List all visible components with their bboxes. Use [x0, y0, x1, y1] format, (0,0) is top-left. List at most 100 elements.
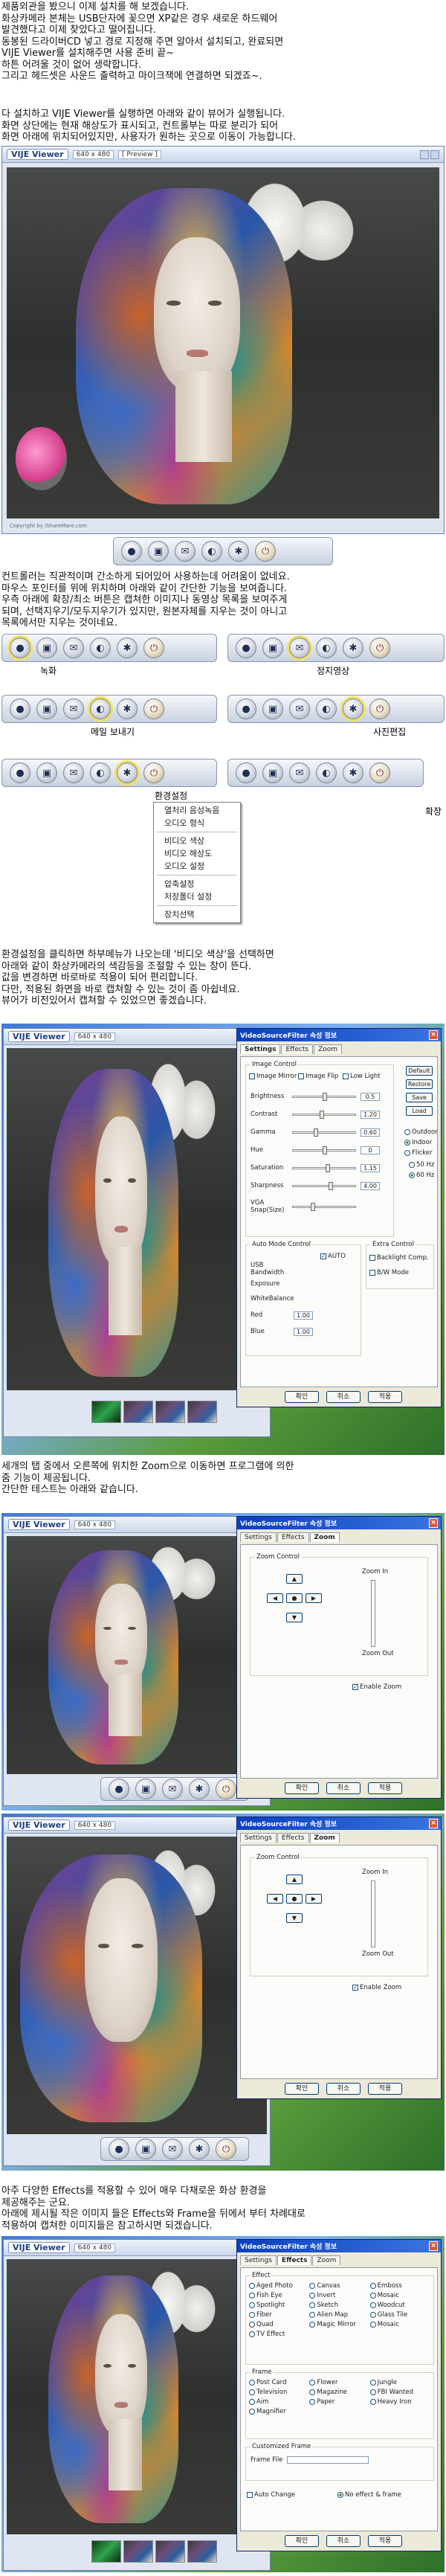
- slider-thumb[interactable]: [323, 1146, 327, 1154]
- tab-settings[interactable]: Settings: [240, 2255, 277, 2265]
- effect-radio[interactable]: Television: [249, 2389, 309, 2396]
- menu-item-device-select[interactable]: 장치선택: [154, 908, 240, 921]
- viewer-titlebar[interactable]: VIJE Viewer 640 x 480: [4, 2240, 270, 2256]
- auto-change-checkbox[interactable]: Auto Change: [247, 2491, 295, 2499]
- menu-item-video-color[interactable]: 비디오 색상: [154, 835, 240, 847]
- power-icon[interactable]: ⏻: [216, 1779, 236, 1799]
- load-button[interactable]: Load: [406, 1106, 433, 1116]
- pan-center-button[interactable]: ●: [286, 1593, 303, 1603]
- edit-photo-icon[interactable]: ◐: [90, 637, 111, 658]
- thumbnail[interactable]: [155, 1401, 185, 1423]
- effect-radio[interactable]: Heavy Iron: [369, 2398, 430, 2406]
- tab-effects[interactable]: Effects: [281, 1044, 314, 1054]
- saturation-slider[interactable]: [292, 1163, 356, 1172]
- settings-icon[interactable]: ✱: [343, 698, 363, 719]
- edit-photo-icon[interactable]: ◐: [316, 698, 337, 719]
- power-icon[interactable]: ⏻: [143, 762, 164, 783]
- cancel-button[interactable]: 취소: [326, 1782, 361, 1794]
- menu-item-compression[interactable]: 압축설정: [154, 878, 240, 890]
- tab-zoom[interactable]: Zoom: [309, 1833, 340, 1843]
- settings-icon[interactable]: ✱: [343, 762, 363, 783]
- effect-radio[interactable]: Magic Mirror: [309, 2321, 369, 2328]
- power-icon[interactable]: ⏻: [143, 637, 164, 658]
- image-flip-checkbox[interactable]: Image Flip: [298, 1073, 338, 1080]
- default-button[interactable]: Default: [406, 1066, 433, 1076]
- power-icon[interactable]: ⏻: [369, 698, 390, 719]
- effect-radio[interactable]: FBI Wanted: [369, 2389, 430, 2396]
- slider-thumb[interactable]: [326, 1163, 330, 1172]
- viewer-titlebar[interactable]: VIJE Viewer 640 x 480: [4, 1517, 270, 1533]
- pan-right-button[interactable]: ▶: [306, 1894, 322, 1904]
- thumbnail[interactable]: [123, 1401, 153, 1423]
- flicker-radio[interactable]: Flicker: [404, 1149, 433, 1157]
- pan-up-button[interactable]: ▲: [286, 1875, 303, 1884]
- pan-right-button[interactable]: ▶: [306, 1593, 322, 1603]
- record-icon[interactable]: ●: [236, 762, 256, 783]
- thumbnail[interactable]: [187, 1401, 217, 1423]
- menu-item-sound-record[interactable]: 열처리 음성녹음: [154, 804, 240, 817]
- ok-button[interactable]: 확인: [285, 1782, 319, 1794]
- camera-icon[interactable]: ▣: [262, 698, 283, 719]
- tab-effects[interactable]: Effects: [277, 1833, 309, 1843]
- tab-zoom[interactable]: Zoom: [312, 2255, 341, 2265]
- record-icon[interactable]: ●: [10, 637, 30, 658]
- record-icon[interactable]: ●: [10, 762, 30, 783]
- image-mirror-checkbox[interactable]: Image Mirror: [249, 1073, 297, 1080]
- camera-icon[interactable]: ▣: [36, 762, 57, 783]
- mail-icon[interactable]: ✉: [63, 698, 84, 719]
- ok-button[interactable]: 확인: [285, 2083, 319, 2095]
- sharpness-slider[interactable]: [292, 1181, 356, 1190]
- effect-radio[interactable]: Fiber: [249, 2311, 309, 2319]
- settings-icon[interactable]: ✱: [343, 637, 363, 658]
- power-icon[interactable]: ⏻: [216, 2139, 236, 2159]
- frame-file-input[interactable]: [287, 2456, 369, 2464]
- mail-icon[interactable]: ✉: [162, 2139, 183, 2159]
- menu-item-save-folder[interactable]: 저장폴더 설정: [154, 890, 240, 903]
- blue-value[interactable]: 1.00: [294, 1327, 313, 1336]
- auto-checkbox[interactable]: ✓ AUTO: [320, 1253, 346, 1260]
- effect-radio[interactable]: Magnifier: [249, 2408, 309, 2415]
- close-icon[interactable]: ×: [429, 1030, 438, 1040]
- contrast-slider[interactable]: [292, 1110, 356, 1119]
- mail-icon[interactable]: ✉: [289, 698, 310, 719]
- tab-zoom[interactable]: Zoom: [309, 1532, 340, 1542]
- close-button[interactable]: [430, 150, 439, 159]
- slider-thumb[interactable]: [329, 1181, 333, 1190]
- edit-photo-icon[interactable]: ◐: [316, 762, 337, 783]
- tab-settings[interactable]: Settings: [240, 1044, 281, 1054]
- effect-radio[interactable]: Spotlight: [249, 2302, 309, 2309]
- power-icon[interactable]: ⏻: [255, 541, 276, 562]
- ok-button[interactable]: 확인: [285, 1391, 319, 1403]
- enable-zoom-checkbox[interactable]: ✓ Enable Zoom: [352, 1984, 401, 1991]
- effect-radio[interactable]: TV Effect: [249, 2331, 309, 2338]
- mail-icon[interactable]: ✉: [289, 762, 310, 783]
- mail-icon[interactable]: ✉: [63, 637, 84, 658]
- cancel-button[interactable]: 취소: [326, 2535, 361, 2547]
- effect-radio[interactable]: Quad: [249, 2321, 309, 2328]
- apply-button[interactable]: 적용: [368, 1391, 402, 1403]
- brightness-slider[interactable]: [292, 1092, 356, 1101]
- slider-thumb[interactable]: [314, 1128, 318, 1137]
- tab-settings[interactable]: Settings: [240, 1833, 277, 1843]
- 50hz-radio[interactable]: 50 Hz: [409, 1161, 434, 1169]
- pan-left-button[interactable]: ◀: [267, 1593, 283, 1603]
- effect-radio[interactable]: Sketch: [309, 2302, 369, 2309]
- camera-icon[interactable]: ▣: [135, 1779, 156, 1799]
- pan-up-button[interactable]: ▲: [286, 1574, 303, 1584]
- tab-effects[interactable]: Effects: [277, 1532, 309, 1542]
- edit-photo-icon[interactable]: ◐: [316, 637, 337, 658]
- ok-button[interactable]: 확인: [285, 2535, 319, 2547]
- apply-button[interactable]: 적용: [368, 2535, 402, 2547]
- thumbnail[interactable]: [187, 2540, 217, 2563]
- pan-left-button[interactable]: ◀: [267, 1894, 283, 1904]
- indoor-radio[interactable]: Indoor: [404, 1139, 432, 1146]
- settings-icon[interactable]: ✱: [189, 2139, 210, 2159]
- tab-effects[interactable]: Effects: [277, 2255, 312, 2265]
- apply-button[interactable]: 적용: [368, 2083, 402, 2095]
- menu-item-audio-format[interactable]: 오디오 형식: [154, 817, 240, 829]
- frame-file-option[interactable]: Frame File: [251, 2456, 369, 2464]
- slider-value[interactable]: 0.60: [361, 1128, 380, 1137]
- mail-icon[interactable]: ✉: [289, 637, 310, 658]
- record-icon[interactable]: ●: [236, 698, 256, 719]
- enable-zoom-checkbox[interactable]: ✓ Enable Zoom: [352, 1683, 401, 1691]
